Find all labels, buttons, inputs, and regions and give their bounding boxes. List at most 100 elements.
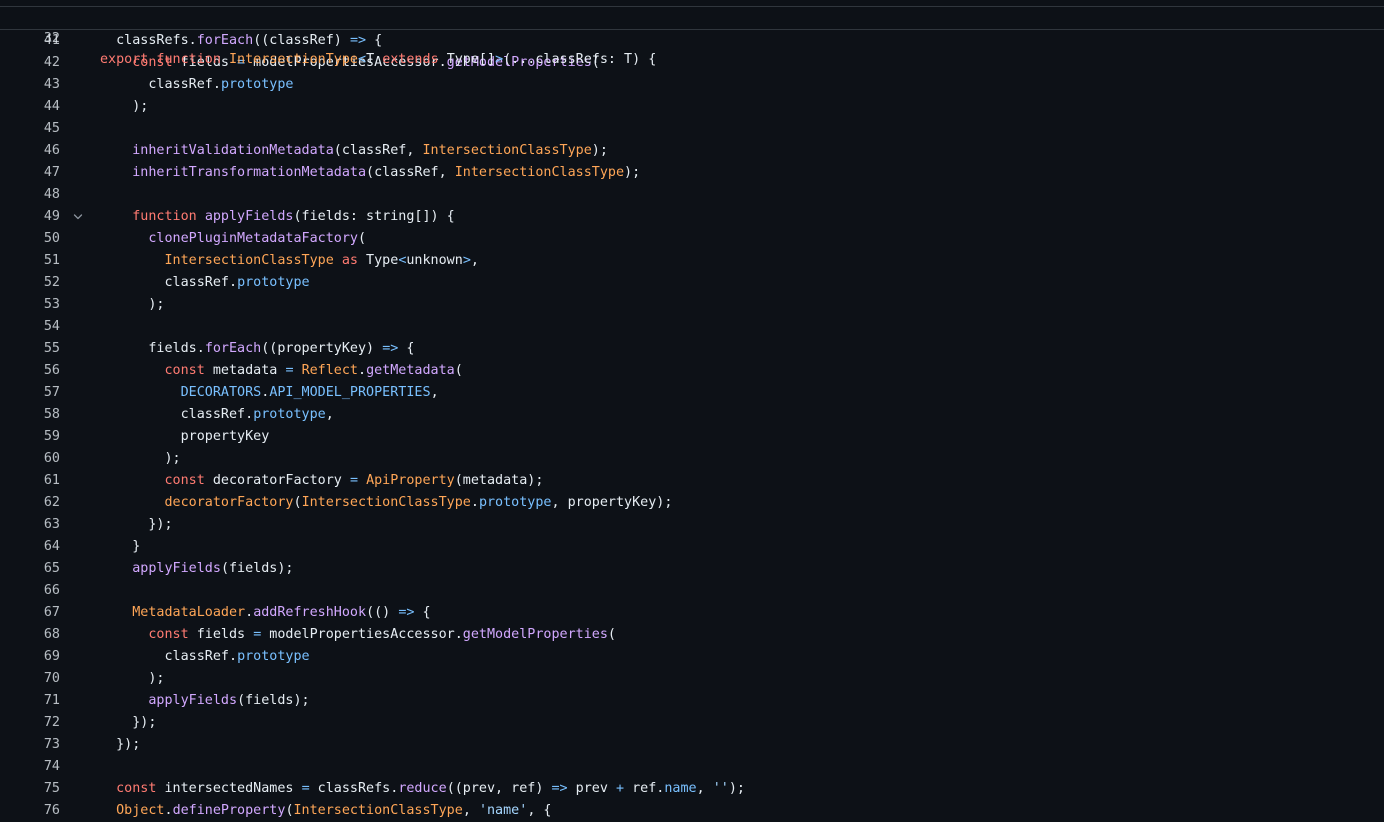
- line-number[interactable]: 50: [0, 228, 60, 250]
- line-number[interactable]: 57: [0, 382, 60, 404]
- line-number[interactable]: 67: [0, 602, 60, 624]
- code-token: metadata: [204, 363, 286, 378]
- code-token: const: [164, 473, 205, 488]
- line-number[interactable]: 63: [0, 514, 60, 536]
- code-token: =>: [349, 33, 367, 48]
- code-line[interactable]: 71 applyFields(fields);: [0, 690, 1384, 712]
- line-number[interactable]: 49: [0, 206, 60, 228]
- line-number[interactable]: 74: [0, 756, 60, 778]
- code-token: extends: [382, 52, 447, 67]
- line-number[interactable]: 69: [0, 646, 60, 668]
- code-line[interactable]: 63 });: [0, 514, 1384, 536]
- code-line[interactable]: 66: [0, 580, 1384, 602]
- code-text: MetadataLoader.addRefreshHook(() => {: [100, 602, 430, 624]
- line-number[interactable]: 52: [0, 272, 60, 294]
- code-line[interactable]: 74: [0, 756, 1384, 778]
- line-number[interactable]: 47: [0, 162, 60, 184]
- code-token: (metadata);: [454, 473, 544, 488]
- code-text: classRef.prototype,: [100, 404, 334, 426]
- line-number[interactable]: 72: [0, 712, 60, 734]
- line-number[interactable]: 48: [0, 184, 60, 206]
- line-number[interactable]: 51: [0, 250, 60, 272]
- code-line[interactable]: 59 propertyKey: [0, 426, 1384, 448]
- code-token: ((propertyKey): [261, 341, 383, 356]
- code-token: (fields: string[]) {: [293, 209, 455, 224]
- line-number[interactable]: 66: [0, 580, 60, 602]
- line-number[interactable]: 53: [0, 294, 60, 316]
- code-line[interactable]: 52 classRef.prototype: [0, 272, 1384, 294]
- code-line[interactable]: 69 classRef.prototype: [0, 646, 1384, 668]
- line-number[interactable]: 32: [0, 28, 60, 49]
- line-number[interactable]: 62: [0, 492, 60, 514]
- sticky-code-line[interactable]: 32 export function IntersectionType<T ex…: [0, 7, 1384, 67]
- code-line[interactable]: 62 decoratorFactory(IntersectionClassTyp…: [0, 492, 1384, 514]
- code-line[interactable]: 67 MetadataLoader.addRefreshHook(() => {: [0, 602, 1384, 624]
- code-editor[interactable]: 41 classRefs.forEach((classRef) => {42 c…: [0, 30, 1384, 822]
- line-number[interactable]: 70: [0, 668, 60, 690]
- code-line[interactable]: 53 );: [0, 294, 1384, 316]
- line-number[interactable]: 76: [0, 800, 60, 822]
- code-line[interactable]: 50 clonePluginMetadataFactory(: [0, 228, 1384, 250]
- code-line[interactable]: 55 fields.forEach((propertyKey) => {: [0, 338, 1384, 360]
- code-line[interactable]: 44 );: [0, 96, 1384, 118]
- code-line[interactable]: 61 const decoratorFactory = ApiProperty(…: [0, 470, 1384, 492]
- sticky-scroll-header[interactable]: 32 export function IntersectionType<T ex…: [0, 7, 1384, 67]
- code-token: <: [358, 52, 367, 67]
- code-line[interactable]: 51 IntersectionClassType as Type<unknown…: [0, 250, 1384, 272]
- chevron-down-icon[interactable]: [71, 206, 85, 228]
- code-line[interactable]: 54: [0, 316, 1384, 338]
- code-line[interactable]: 73 });: [0, 734, 1384, 756]
- line-number[interactable]: 71: [0, 690, 60, 712]
- code-line[interactable]: 47 inheritTransformationMetadata(classRe…: [0, 162, 1384, 184]
- code-token: );: [100, 451, 181, 466]
- code-line[interactable]: 57 DECORATORS.API_MODEL_PROPERTIES,: [0, 382, 1384, 404]
- code-line[interactable]: 45: [0, 118, 1384, 140]
- code-line[interactable]: 48: [0, 184, 1384, 206]
- code-line[interactable]: 72 });: [0, 712, 1384, 734]
- line-number[interactable]: 58: [0, 404, 60, 426]
- code-line[interactable]: 65 applyFields(fields);: [0, 558, 1384, 580]
- code-text: });: [100, 712, 156, 734]
- code-token: const: [164, 363, 205, 378]
- line-number[interactable]: 54: [0, 316, 60, 338]
- line-number[interactable]: 44: [0, 96, 60, 118]
- line-number[interactable]: 61: [0, 470, 60, 492]
- code-token: prototype: [478, 495, 552, 510]
- line-number[interactable]: 65: [0, 558, 60, 580]
- code-line[interactable]: 64 }: [0, 536, 1384, 558]
- line-number[interactable]: 45: [0, 118, 60, 140]
- code-line[interactable]: 70 );: [0, 668, 1384, 690]
- code-line[interactable]: 58 classRef.prototype,: [0, 404, 1384, 426]
- code-line[interactable]: 75 const intersectedNames = classRefs.re…: [0, 778, 1384, 800]
- code-token: const: [116, 781, 157, 796]
- line-number[interactable]: 68: [0, 624, 60, 646]
- code-line[interactable]: 56 const metadata = Reflect.getMetadata(: [0, 360, 1384, 382]
- line-number[interactable]: 64: [0, 536, 60, 558]
- code-token: (fields);: [237, 693, 310, 708]
- code-line[interactable]: 60 );: [0, 448, 1384, 470]
- code-token: IntersectionClassType: [422, 143, 592, 158]
- code-token: (fields);: [220, 561, 294, 576]
- code-line[interactable]: 49 function applyFields(fields: string[]…: [0, 206, 1384, 228]
- code-token: (: [454, 363, 463, 378]
- line-number[interactable]: 59: [0, 426, 60, 448]
- code-line[interactable]: 68 const fields = modelPropertiesAccesso…: [0, 624, 1384, 646]
- code-line[interactable]: 46 inheritValidationMetadata(classRef, I…: [0, 140, 1384, 162]
- code-text: });: [100, 734, 140, 756]
- code-line[interactable]: 76 Object.defineProperty(IntersectionCla…: [0, 800, 1384, 822]
- line-number[interactable]: 75: [0, 778, 60, 800]
- code-token: IntersectionType: [229, 52, 358, 67]
- line-number[interactable]: 46: [0, 140, 60, 162]
- line-number[interactable]: 55: [0, 338, 60, 360]
- code-line[interactable]: 43 classRef.prototype: [0, 74, 1384, 96]
- line-number[interactable]: 56: [0, 360, 60, 382]
- line-number[interactable]: 73: [0, 734, 60, 756]
- code-token: =>: [551, 781, 568, 796]
- line-number[interactable]: 60: [0, 448, 60, 470]
